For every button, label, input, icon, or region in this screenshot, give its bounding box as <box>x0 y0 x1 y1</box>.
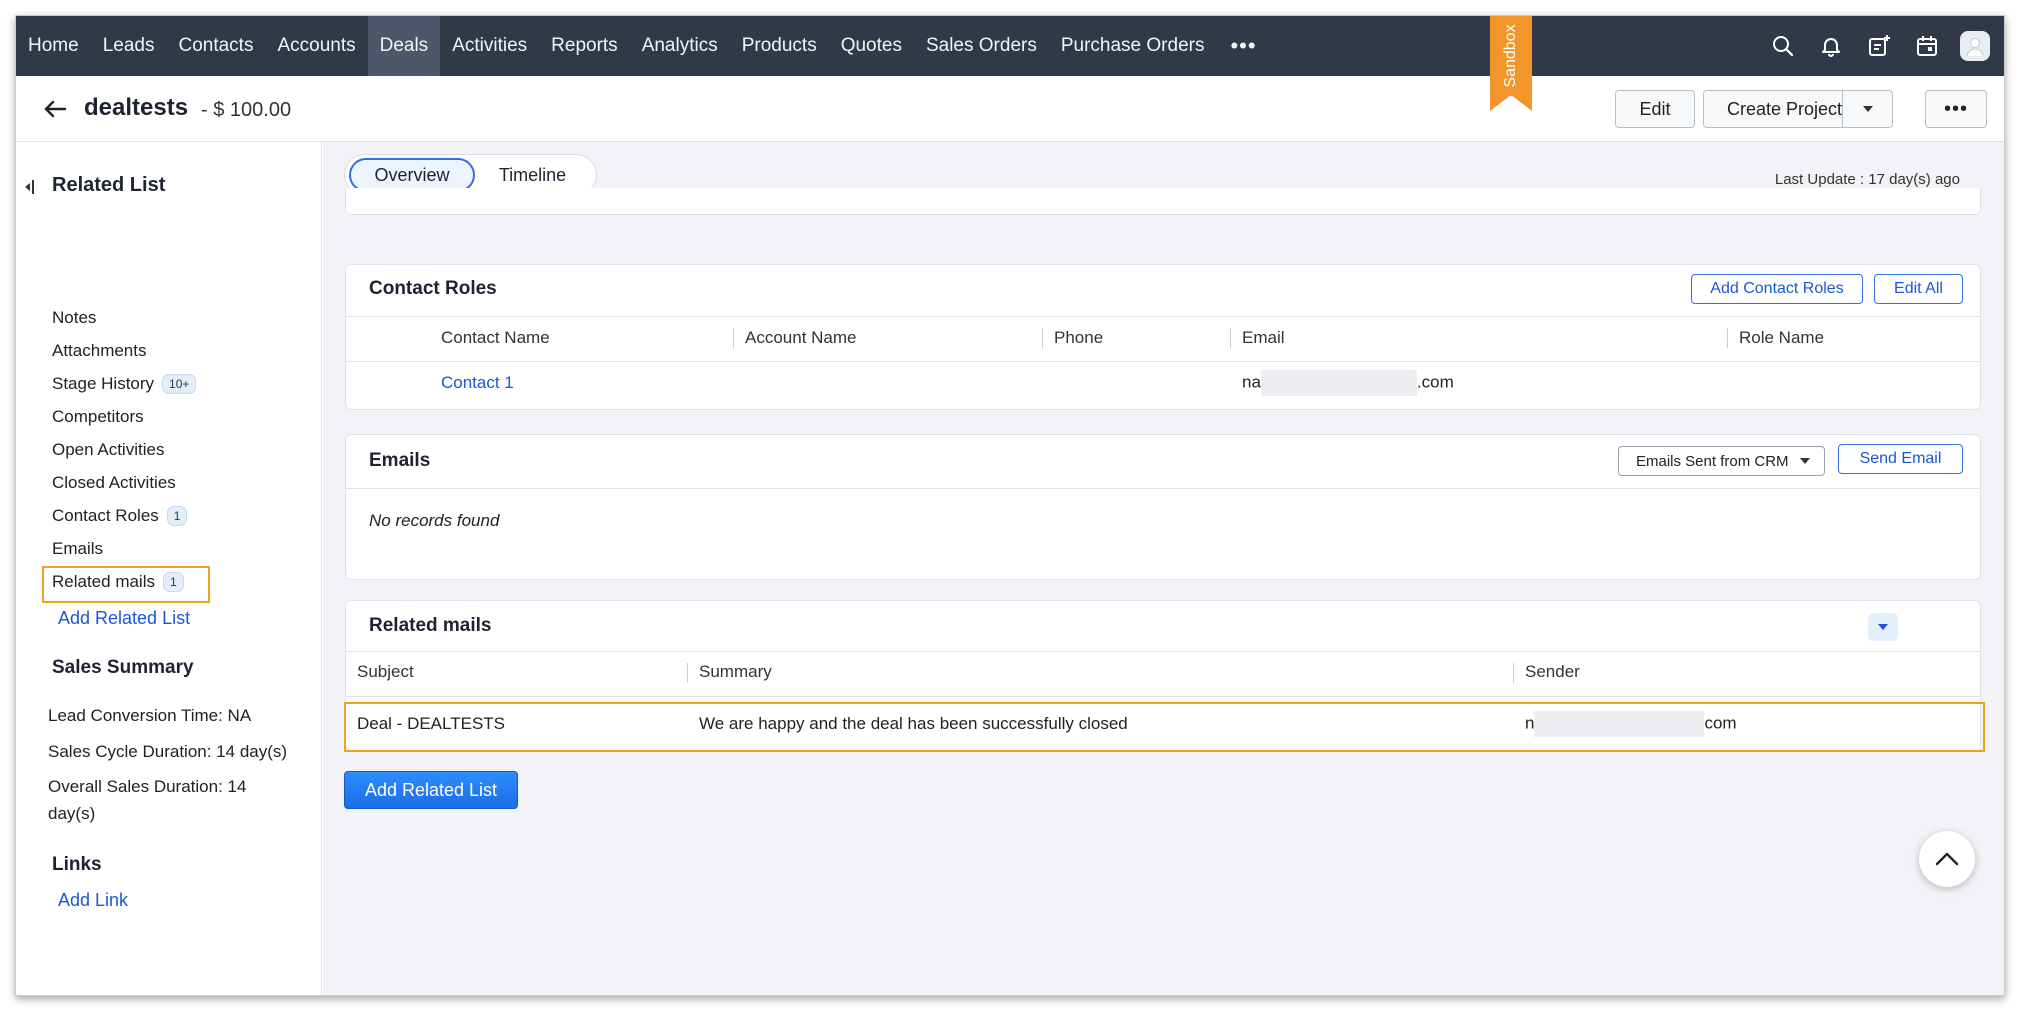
related-list-sidebar: Related List Notes Attachments Stage Histo… <box>16 142 322 995</box>
sandbox-label: Sandbox <box>1502 24 1519 88</box>
create-project-label: Create Project <box>1727 98 1843 119</box>
sidebar-item-stage-history[interactable]: Stage History 10+ <box>52 374 197 394</box>
emails-card: Emails Emails Sent from CRM Send Email N… <box>345 434 1981 580</box>
sidebar-item-emails[interactable]: Emails <box>52 539 103 559</box>
emails-filter-label: Emails Sent from CRM <box>1636 452 1789 470</box>
last-update: Last Update : 17 day(s) ago <box>1774 171 1960 188</box>
app-window: Home Leads Contacts Accounts Deals Activities… <box>15 15 2005 996</box>
emails-title: Emails <box>369 450 431 471</box>
contact-name-link[interactable]: Contact 1 <box>441 373 514 393</box>
edit-all-button[interactable]: Edit All <box>1874 274 1963 304</box>
tab-overview[interactable]: Overview <box>349 158 475 192</box>
sidebar-item-notes[interactable]: Notes <box>52 308 96 328</box>
nav-analytics[interactable]: Analytics <box>630 16 730 76</box>
contact-roles-title: Contact Roles <box>369 278 497 299</box>
nav-reports[interactable]: Reports <box>539 16 630 76</box>
previous-section-card <box>345 188 1981 215</box>
nav-right-icons <box>1768 16 1990 76</box>
sales-summary-heading: Sales Summary <box>52 657 194 678</box>
emails-filter-dropdown[interactable]: Emails Sent from CRM <box>1618 446 1825 476</box>
sidebar-item-closed-activities[interactable]: Closed Activities <box>52 473 176 493</box>
nav-quotes[interactable]: Quotes <box>829 16 914 76</box>
bell-icon[interactable] <box>1816 31 1846 61</box>
main-content: Overview Timeline Last Update : 17 day(s… <box>323 142 2004 995</box>
calendar-icon[interactable] <box>1912 31 1942 61</box>
redacted-email <box>1260 370 1417 396</box>
create-project-dropdown[interactable] <box>1842 91 1892 127</box>
col-subject: Subject <box>357 662 414 681</box>
sandbox-ribbon: Sandbox <box>1490 16 1532 111</box>
add-related-list-link[interactable]: Add Related List <box>58 608 190 629</box>
col-sender: Sender <box>1525 662 1580 681</box>
add-contact-roles-button[interactable]: Add Contact Roles <box>1691 274 1863 304</box>
sidebar-item-label: Notes <box>52 308 97 327</box>
send-email-button[interactable]: Send Email <box>1838 444 1963 474</box>
sales-cycle-duration: Sales Cycle Duration: 14 day(s) <box>48 742 288 761</box>
overall-sales-duration: Overall Sales Duration: 14 day(s) <box>48 777 247 823</box>
lead-conversion-time: Lead Conversion Time: NA <box>48 706 252 725</box>
email-suffix: .com <box>1416 372 1454 392</box>
no-records-text: No records found <box>369 511 500 530</box>
col-contact-name: Contact Name <box>441 328 550 347</box>
sidebar-item-label: Stage History <box>52 374 155 393</box>
related-mails-title: Related mails <box>369 615 492 636</box>
add-related-list-button[interactable]: Add Related List <box>344 771 518 809</box>
sidebar-item-label: Contact Roles <box>52 506 159 525</box>
search-icon[interactable] <box>1768 31 1798 61</box>
col-summary: Summary <box>699 662 772 681</box>
more-actions-button[interactable]: ••• <box>1925 90 1987 128</box>
sidebar-item-contact-roles[interactable]: Contact Roles 1 <box>52 506 188 526</box>
related-mails-card: Related mails Subject Summary Sender Dea… <box>344 600 1985 752</box>
contact-email: na .com <box>1242 370 1454 396</box>
col-account-name: Account Name <box>745 328 857 347</box>
nav-items: Home Leads Contacts Accounts Deals Activities… <box>16 16 1271 76</box>
nav-contacts[interactable]: Contacts <box>166 16 265 76</box>
nav-sales-orders[interactable]: Sales Orders <box>914 16 1049 76</box>
collapse-related-mails-icon[interactable] <box>1868 613 1898 641</box>
sidebar-item-label: Open Activities <box>52 440 165 459</box>
nav-more-menu[interactable]: ••• <box>1216 16 1270 76</box>
nav-deals[interactable]: Deals <box>367 16 441 76</box>
sidebar-item-competitors[interactable]: Competitors <box>52 407 144 427</box>
sidebar-item-open-activities[interactable]: Open Activities <box>52 440 164 460</box>
add-note-icon[interactable] <box>1864 31 1894 61</box>
related-list-heading: Related List <box>52 174 166 196</box>
back-arrow-icon[interactable] <box>40 94 70 124</box>
links-heading: Links <box>52 854 102 875</box>
tab-timeline[interactable]: Timeline <box>475 165 590 186</box>
top-navigation: Home Leads Contacts Accounts Deals Activities… <box>16 16 2004 111</box>
nav-home[interactable]: Home <box>16 16 91 76</box>
create-project-button[interactable]: Create Project <box>1703 90 1893 128</box>
nav-products[interactable]: Products <box>730 16 829 76</box>
sidebar-item-attachments[interactable]: Attachments <box>52 341 147 361</box>
chevron-up-icon <box>1935 852 1959 866</box>
contact-roles-card: Contact Roles Add Contact Roles Edit All… <box>345 264 1981 410</box>
nav-leads[interactable]: Leads <box>91 16 167 76</box>
related-mail-row-highlight <box>344 702 1985 752</box>
col-role-name: Role Name <box>1739 328 1825 347</box>
record-header: dealtests - $ 100.00 Edit Create Project… <box>16 76 2004 142</box>
sidebar-item-label: Emails <box>52 539 104 558</box>
collapse-sidebar-icon[interactable] <box>22 178 36 196</box>
col-email: Email <box>1242 328 1285 347</box>
nav-purchase-orders[interactable]: Purchase Orders <box>1049 16 1217 76</box>
count-badge: 1 <box>166 506 188 526</box>
user-avatar[interactable] <box>1960 31 1990 61</box>
email-prefix: na <box>1242 372 1261 392</box>
sidebar-item-label: Closed Activities <box>52 473 176 492</box>
caret-down-icon <box>1862 106 1873 112</box>
caret-down-icon <box>1800 458 1810 464</box>
col-phone: Phone <box>1054 328 1104 347</box>
count-badge: 10+ <box>162 374 197 394</box>
add-link[interactable]: Add Link <box>58 890 128 911</box>
scroll-to-top-button[interactable] <box>1919 831 1975 887</box>
sidebar-item-label: Attachments <box>52 341 147 360</box>
nav-accounts[interactable]: Accounts <box>265 16 367 76</box>
record-title: dealtests <box>84 94 189 121</box>
sidebar-item-label: Competitors <box>52 407 144 426</box>
nav-activities[interactable]: Activities <box>440 16 539 76</box>
record-amount: - $ 100.00 <box>201 99 292 121</box>
related-mails-highlight <box>42 566 210 603</box>
edit-button[interactable]: Edit <box>1615 90 1695 128</box>
